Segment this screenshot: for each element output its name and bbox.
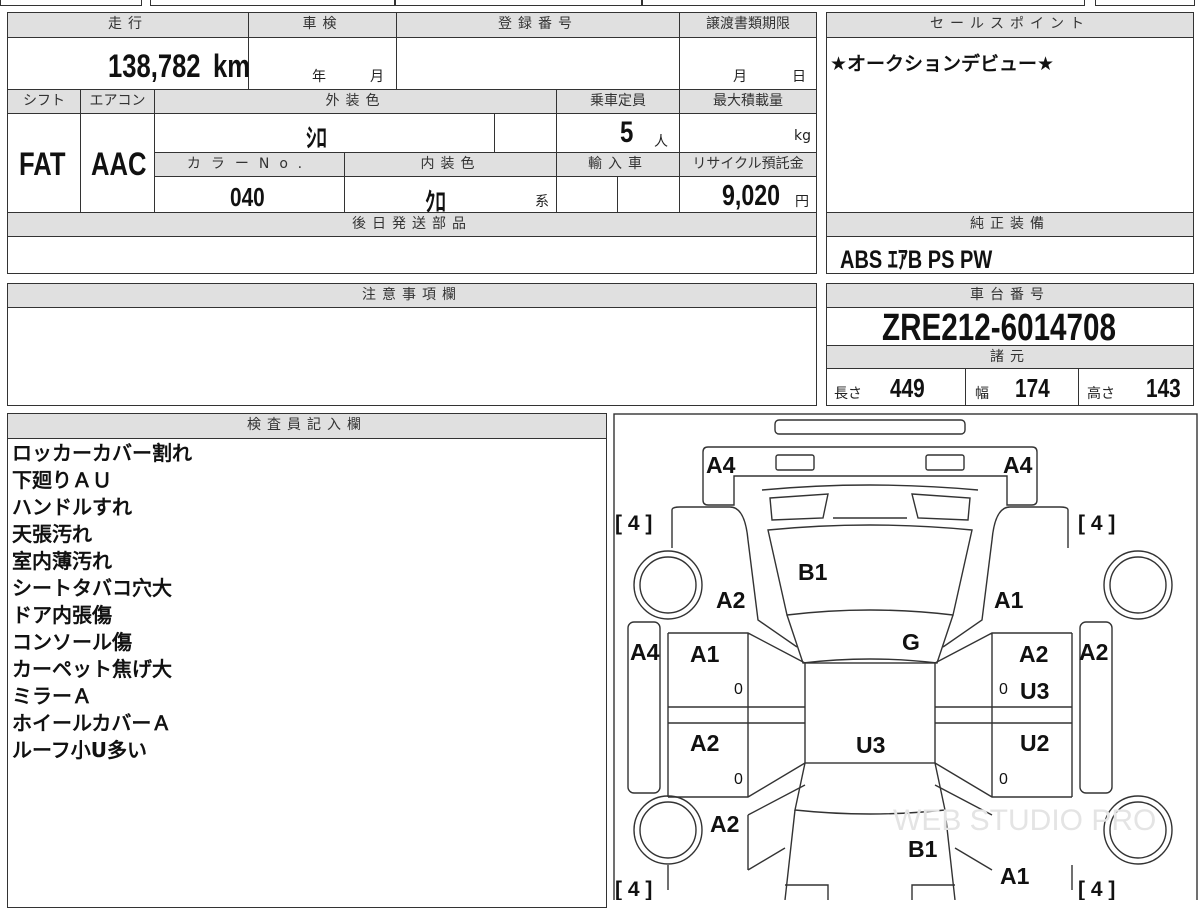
- label-door-fr: A2: [1019, 641, 1048, 667]
- chassis-value: ZRE212-6014708: [882, 307, 1116, 349]
- equipment-header: 純正装備: [826, 212, 1194, 237]
- label-tire-fl: [ 4 ]: [615, 512, 652, 535]
- inspector-note: ハンドルすれ: [12, 495, 132, 519]
- mileage-unit: km: [213, 48, 250, 84]
- top-strip-cell: [150, 0, 395, 6]
- inspector-note: シートタバコ穴大: [12, 576, 172, 600]
- inspector-header: 検査員記入欄: [7, 413, 607, 439]
- aircon-header: エアコン: [80, 89, 155, 114]
- later-parts-header: 後日発送部品: [7, 212, 817, 237]
- shift-value: FAT: [19, 146, 66, 182]
- inspector-note: カーペット焦げ大: [12, 657, 172, 681]
- inspector-note: 下廻りＡＵ: [12, 468, 112, 492]
- label-rocker-right: A2: [1079, 639, 1108, 665]
- mileage-header: 走行: [7, 12, 249, 38]
- inspector-note: 天張汚れ: [12, 522, 92, 546]
- later-parts-cell: [7, 236, 817, 274]
- label-door-fl: A1: [690, 641, 720, 667]
- label-zero: 0: [734, 771, 743, 788]
- recycle-fee-header: リサイクル預託金: [679, 152, 817, 177]
- transfer-deadline-header: 譲渡書類期限: [679, 12, 817, 38]
- inspector-note: 室内薄汚れ: [12, 549, 112, 573]
- sales-point-text: ★オークションデビュー★: [830, 53, 1055, 75]
- label-zero: 0: [734, 681, 743, 698]
- color-no-value: 040: [230, 182, 265, 212]
- registration-cell: [396, 37, 680, 90]
- inspector-note: ルーフ小U多い: [12, 738, 148, 762]
- inspector-note: コンソール傷: [12, 630, 132, 654]
- recycle-fee-value: 9,020: [722, 180, 781, 212]
- label-tire-rl: [ 4 ]: [615, 878, 652, 900]
- imported-cell-2: [617, 176, 680, 213]
- top-strip-cell: [642, 0, 1085, 6]
- label-door-rl: A2: [690, 730, 719, 756]
- spec-length-label: 長さ: [834, 386, 862, 402]
- label-tire-fr: [ 4 ]: [1078, 512, 1115, 535]
- inspection-month: 月: [370, 69, 384, 85]
- label-fender-fl: A2: [716, 587, 745, 613]
- top-strip-cell: [395, 0, 642, 6]
- label-rocker-left: A4: [630, 639, 660, 665]
- inspector-notes-list: ロッカーカバー割れ 下廻りＡＵ ハンドルすれ 天張汚れ 室内薄汚れ シートタバコ…: [12, 440, 192, 764]
- exterior-color-extra-cell: [494, 113, 557, 153]
- spec-length-value: 449: [890, 373, 925, 403]
- spec-width-value: 174: [1015, 373, 1050, 403]
- mileage-value: 138,782: [108, 48, 201, 84]
- interior-color-header: 内装色: [344, 152, 557, 177]
- imported-header: 輸入車: [556, 152, 680, 177]
- deadline-month: 月: [733, 69, 747, 85]
- capacity-unit: 人: [654, 134, 668, 150]
- interior-color-cell: [344, 176, 557, 213]
- color-no-header: カラーNo.: [154, 152, 345, 177]
- shift-header: シフト: [7, 89, 81, 114]
- label-front-bumper-right: A4: [1003, 452, 1033, 478]
- deadline-day: 日: [792, 69, 806, 85]
- sales-point-header: セールスポイント: [826, 12, 1194, 38]
- label-zero: 0: [999, 771, 1008, 788]
- inspector-note: ホイールカバーＡ: [12, 711, 172, 735]
- label-trunk: B1: [908, 836, 938, 862]
- top-strip-cell: [0, 0, 142, 6]
- aircon-value: AAC: [91, 146, 147, 182]
- inspection-year: 年: [312, 69, 326, 85]
- front-panel-shape: [702, 446, 1038, 506]
- specs-header: 諸元: [826, 345, 1194, 369]
- top-strip-cell: [1095, 0, 1195, 6]
- inspector-note: ミラーＡ: [12, 684, 92, 708]
- exterior-color-value: ｼﾛ: [306, 123, 327, 153]
- spec-height-label: 高さ: [1087, 386, 1115, 402]
- notes-cell: [7, 307, 817, 406]
- label-tire-rr: [ 4 ]: [1078, 878, 1115, 900]
- label-zero: 0: [999, 681, 1008, 698]
- interior-color-suffix: 系: [535, 194, 549, 210]
- capacity-header: 乗車定員: [556, 89, 680, 114]
- chassis-header: 車台番号: [826, 283, 1194, 308]
- registration-header: 登録番号: [396, 12, 680, 38]
- inspection-header: 車検: [248, 12, 397, 38]
- label-front-bumper-left: A4: [706, 452, 736, 478]
- max-load-unit: kg: [794, 128, 811, 144]
- label-door-rr: U2: [1020, 730, 1049, 756]
- capacity-value: 5: [620, 116, 634, 149]
- label-roof-front: G: [902, 629, 920, 655]
- imported-cell: [556, 176, 618, 213]
- max-load-header: 最大積載量: [679, 89, 817, 114]
- exterior-color-header: 外装色: [154, 89, 557, 114]
- inspector-note: ドア内張傷: [12, 603, 112, 627]
- equipment-value: ABS ｴｱB PS PW: [840, 246, 993, 274]
- spec-height-value: 143: [1146, 373, 1181, 403]
- label-hood: B1: [798, 559, 828, 585]
- watermark: WEB STUDIO PRO: [893, 804, 1156, 837]
- recycle-fee-unit: 円: [795, 194, 809, 210]
- spec-width-label: 幅: [975, 386, 989, 402]
- car-damage-diagram: WEB STUDIO PRO A4 A4 B1 A2 A1 G A4 A2 A1…: [613, 413, 1198, 900]
- front-bumper-shape: [774, 419, 966, 435]
- label-quarter-rr: A1: [1000, 863, 1030, 889]
- label-door-fr-2: U3: [1020, 678, 1049, 704]
- inspector-note: ロッカーカバー割れ: [12, 441, 192, 465]
- label-roof: U3: [856, 732, 885, 758]
- label-quarter-rl: A2: [710, 811, 739, 837]
- label-fender-fr: A1: [994, 587, 1024, 613]
- notes-header: 注意事項欄: [7, 283, 817, 308]
